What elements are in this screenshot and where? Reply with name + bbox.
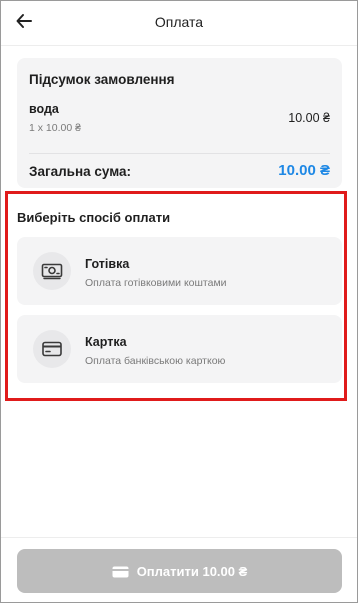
payment-method-card[interactable]: Картка Оплата банківською карткою (17, 315, 342, 383)
credit-card-icon (33, 330, 71, 368)
order-summary-title: Підсумок замовлення (29, 72, 175, 87)
total-value: 10.00 ₴ (278, 162, 330, 179)
cash-icon (33, 252, 71, 290)
order-item-price: 10.00 ₴ (288, 111, 330, 125)
pay-button-content: Оплатити 10.00 ₴ (17, 549, 342, 593)
credit-card-icon (112, 565, 129, 578)
total-label: Загальна сума: (29, 164, 132, 179)
payment-method-card-subtitle: Оплата банківською карткою (85, 355, 226, 367)
page-title: Оплата (154, 14, 204, 30)
payment-method-cash[interactable]: Готівка Оплата готівковими коштами (17, 237, 342, 305)
payment-method-title: Виберіть спосіб оплати (17, 210, 171, 225)
payment-method-cash-subtitle: Оплата готівковими коштами (85, 277, 227, 289)
order-item-name: вода (29, 102, 59, 116)
pay-button[interactable]: Оплатити 10.00 ₴ (17, 549, 342, 593)
summary-divider (29, 153, 330, 154)
pay-button-label: Оплатити 10.00 ₴ (136, 563, 248, 579)
order-item-quantity: 1 x 10.00 ₴ (29, 122, 81, 134)
payment-method-cash-title: Готівка (85, 257, 130, 271)
app-screen: Оплата Підсумок замовлення вода 1 x 10.0… (0, 0, 358, 603)
order-summary-card: Підсумок замовлення вода 1 x 10.00 ₴ 10.… (17, 58, 342, 188)
payment-method-card-title: Картка (85, 335, 127, 349)
top-bar: Оплата (1, 1, 357, 46)
